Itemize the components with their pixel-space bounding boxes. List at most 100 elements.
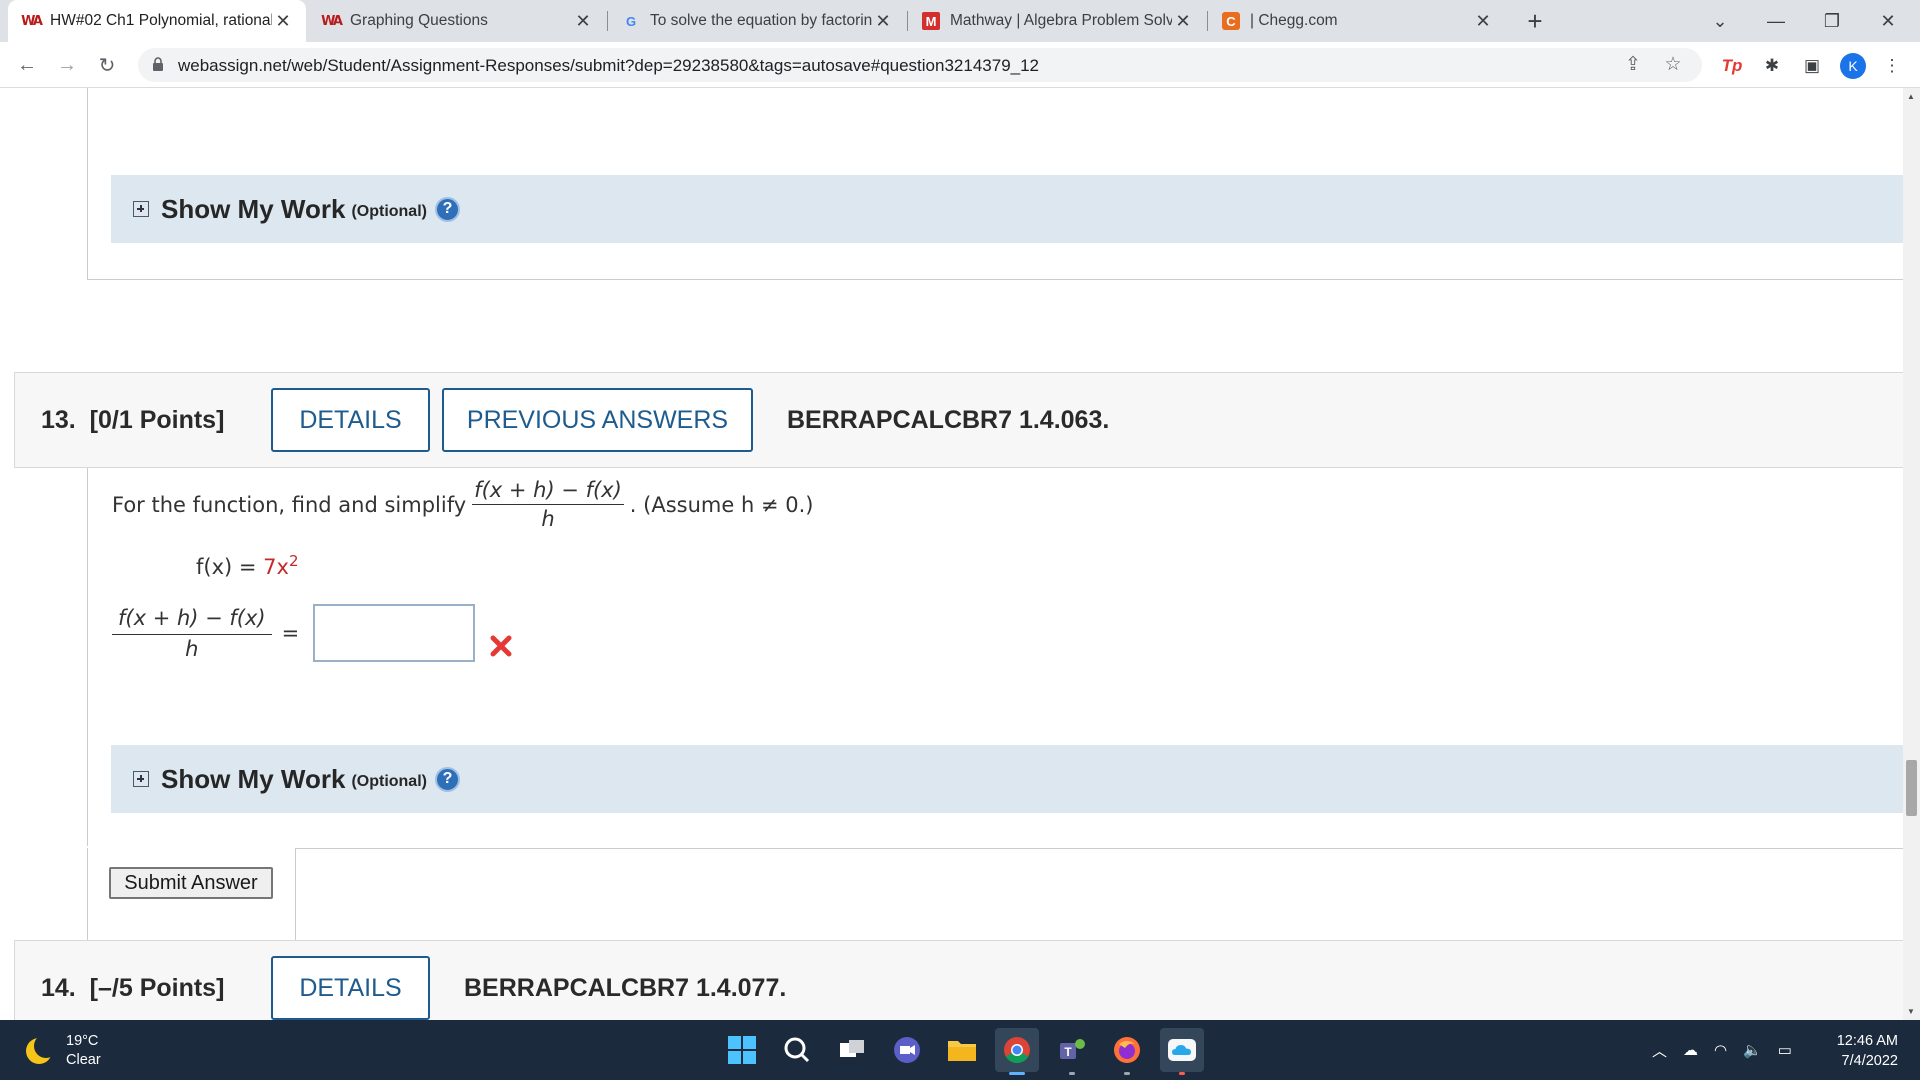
close-icon[interactable]: ✕ [1172,11,1194,32]
back-button[interactable]: ← [12,50,42,80]
function-lhs: f(x) = [196,555,264,579]
mathway-icon: M [922,12,940,30]
answer-difference-quotient: f(x + h) − f(x) h [112,606,272,661]
q14-problem-code: BERRAPCALCBR7 1.4.077. [464,973,787,1002]
onedrive-tray-icon[interactable]: ☁ [1683,1041,1698,1059]
expand-plus-icon[interactable] [133,201,149,217]
taskbar-clock[interactable]: 12:46 AM 7/4/2022 [1837,1031,1898,1071]
bookmark-star-icon[interactable]: ☆ [1662,54,1684,76]
tab-title: | Chegg.com [1250,12,1338,29]
show-my-work-panel-q13[interactable]: Show My Work (Optional) ? [111,745,1920,813]
q13-answer-row: f(x + h) − f(x) h = [112,604,513,662]
frac-denominator: h [541,507,555,531]
firefox-icon[interactable] [1105,1028,1149,1075]
windows-taskbar: 19°C Clear T ︿ ☁ ◠ 🔈 ▭ 12:46 AM 7/4/2022 [0,1020,1920,1080]
show-my-work-title: Show My Work [161,193,346,224]
show-my-work-optional: (Optional) [351,773,427,790]
tab-search-button[interactable]: ⌄ [1692,0,1748,42]
minimize-button[interactable]: — [1748,0,1804,42]
chrome-icon[interactable] [995,1028,1039,1075]
tab-title: HW#02 Ch1 Polynomial, rational [50,12,272,29]
question-13-points: 13. [0/1 Points] [41,405,225,434]
frac-denominator: h [185,636,199,661]
incorrect-x-icon [490,635,512,657]
close-icon[interactable]: ✕ [1472,11,1494,32]
scroll-up-arrow[interactable]: ▲ [1907,92,1915,101]
taskbar-apps: T [720,1028,1215,1075]
google-icon: G [625,13,637,29]
q13-answer-input[interactable] [313,604,476,662]
close-icon[interactable]: ✕ [872,11,894,32]
scroll-down-arrow[interactable]: ▼ [1907,1007,1915,1016]
task-view-icon[interactable] [830,1028,874,1072]
equals-sign: = [281,621,300,645]
page-content: Show My Work (Optional) ? 13. [0/1 Point… [0,88,1920,1020]
frac-numerator: f(x + h) − f(x) [472,478,624,505]
tab-title: Mathway | Algebra Problem Solv [950,12,1172,29]
tab-title: To solve the equation by factorin [650,12,872,29]
battery-icon[interactable]: ▭ [1778,1041,1792,1059]
tab-chegg[interactable]: C | Chegg.com ✕ [1208,0,1506,42]
profile-avatar[interactable]: K [1840,53,1866,79]
onedrive-app-icon[interactable] [1160,1028,1204,1075]
q13-details-button[interactable]: DETAILS [271,388,430,452]
share-icon[interactable]: ⇪ [1622,54,1644,76]
browser-toolbar: ← → ↻ webassign.net/web/Student/Assignme… [0,42,1920,88]
q13-previous-answers-button[interactable]: PREVIOUS ANSWERS [442,388,753,452]
close-icon[interactable]: ✕ [572,11,594,32]
url-text[interactable]: webassign.net/web/Student/Assignment-Res… [178,56,1039,76]
q13-function: f(x) = 7x2 [196,552,299,579]
submit-answer-button[interactable]: Submit Answer [109,867,273,899]
tab-hw02[interactable]: WA HW#02 Ch1 Polynomial, rational ✕ [8,0,306,42]
prompt-text: For the function, find and simplify [112,492,467,517]
chegg-icon: C [1222,12,1240,30]
side-panel-icon[interactable]: ▣ [1800,54,1824,78]
show-my-work-title: Show My Work [161,763,346,794]
browser-menu-icon[interactable]: ⋮ [1880,54,1904,78]
restore-button[interactable]: ❐ [1804,0,1860,42]
q14-details-button[interactable]: DETAILS [271,956,430,1020]
help-icon[interactable]: ? [434,766,460,792]
tab-graphing-questions[interactable]: WA Graphing Questions ✕ [308,0,606,42]
close-icon[interactable]: ✕ [272,11,294,32]
search-icon[interactable] [775,1028,819,1072]
frac-numerator: f(x + h) − f(x) [112,606,272,635]
show-my-work-panel-prev[interactable]: Show My Work (Optional) ? [111,175,1920,243]
extension-tp-icon[interactable]: Tp [1720,54,1744,78]
system-tray: ︿ ☁ ◠ 🔈 ▭ [1652,1020,1808,1080]
tab-mathway[interactable]: M Mathway | Algebra Problem Solv ✕ [908,0,1206,42]
question-13-header: 13. [0/1 Points] DETAILS PREVIOUS ANSWER… [14,372,1920,468]
clock-time: 12:46 AM [1836,1033,1898,1049]
address-bar[interactable]: webassign.net/web/Student/Assignment-Res… [138,48,1702,82]
forward-button[interactable]: → [52,50,82,80]
weather-temperature: 19°C [66,1033,99,1049]
reload-button[interactable]: ↻ [92,50,122,80]
teams-meet-icon[interactable] [885,1028,929,1072]
file-explorer-icon[interactable] [940,1028,984,1072]
divider [295,848,1920,849]
function-rhs: 7x2 [263,552,299,579]
show-hidden-icons-chevron[interactable]: ︿ [1652,1040,1667,1061]
volume-icon[interactable]: 🔈 [1743,1041,1762,1059]
teams-icon[interactable]: T [1050,1028,1094,1075]
expand-plus-icon[interactable] [133,771,149,787]
tab-solve-equation[interactable]: G To solve the equation by factorin ✕ [608,0,906,42]
windows-start-icon[interactable] [720,1028,764,1072]
question-14-header: 14. [–/5 Points] DETAILS BERRAPCALCBR7 1… [14,940,1920,1020]
extensions-puzzle-icon[interactable]: ✱ [1760,54,1784,78]
weather-widget[interactable]: 19°C Clear [26,1032,101,1070]
wifi-icon[interactable]: ◠ [1714,1041,1727,1059]
moon-icon [26,1034,58,1064]
help-icon[interactable]: ? [434,196,460,222]
weather-condition: Clear [66,1052,101,1068]
page-scrollbar[interactable]: ▲ ▼ [1903,88,1920,1020]
webassign-icon: WA [21,13,43,29]
close-window-button[interactable]: ✕ [1860,0,1916,42]
lock-icon[interactable] [152,57,164,71]
tab-strip: WA HW#02 Ch1 Polynomial, rational ✕ WA G… [0,0,1920,42]
new-tab-button[interactable]: + [1520,6,1550,36]
scrollbar-thumb[interactable] [1906,760,1917,816]
difference-quotient: f(x + h) − f(x) h [472,478,624,531]
svg-text:T: T [1064,1045,1072,1059]
q13-problem-code: BERRAPCALCBR7 1.4.063. [787,405,1110,434]
